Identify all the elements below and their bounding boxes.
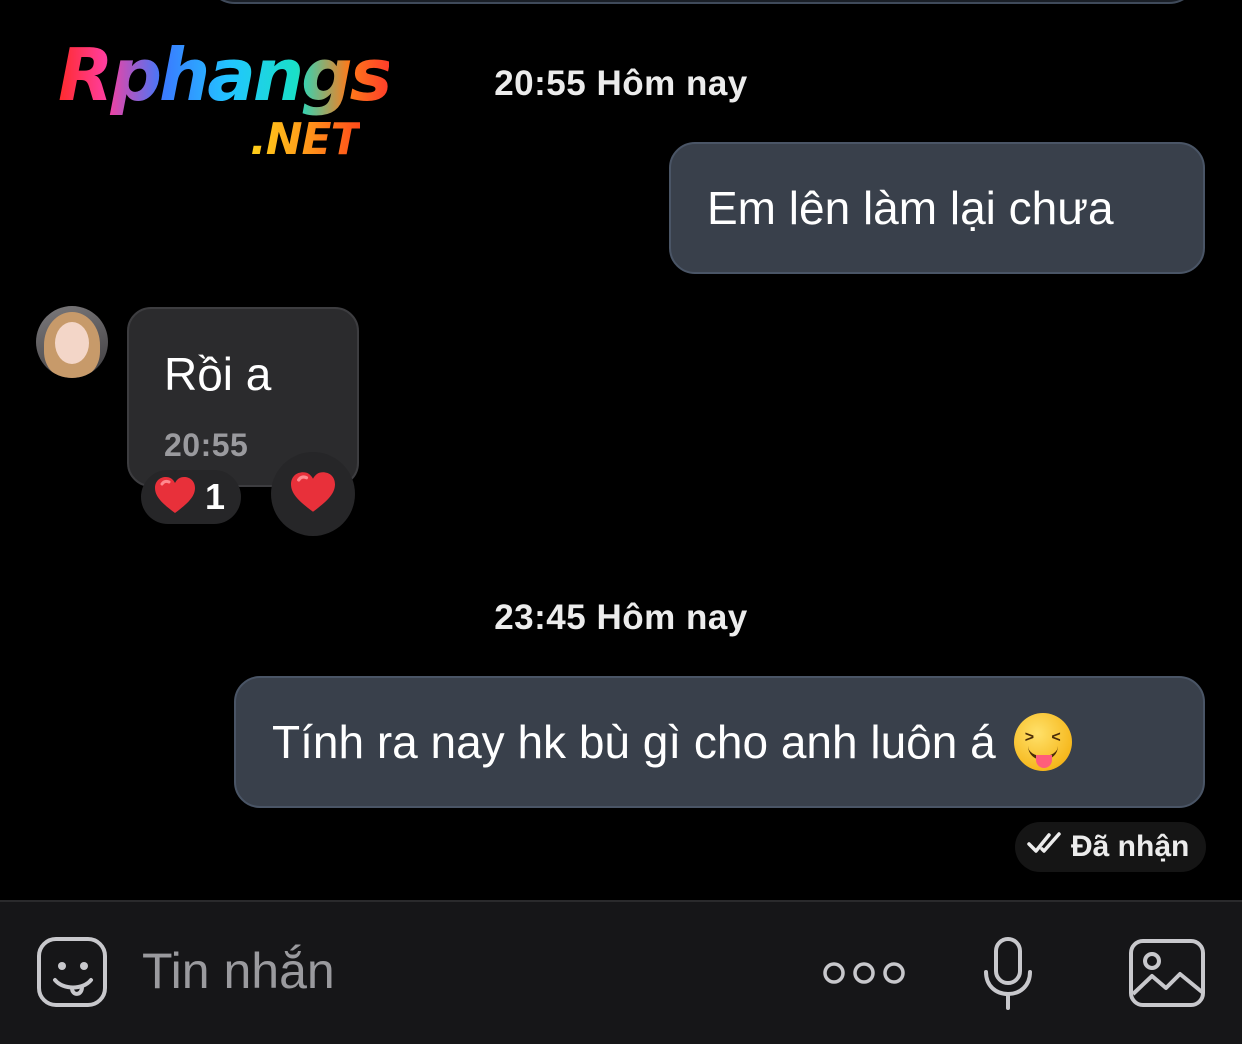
message-input[interactable]: Tin nhắn: [142, 942, 335, 1000]
previous-message-bubble-edge[interactable]: [205, 0, 1199, 4]
message-time: 20:55: [164, 427, 249, 463]
chat-screen: Rphangs .NET 20:55 Hôm nay Em lên làm lạ…: [0, 0, 1242, 1044]
delivery-status-label: Đã nhận: [1071, 830, 1190, 863]
double-check-icon: [1027, 830, 1065, 864]
heart-icon: [288, 470, 338, 519]
react-heart-button[interactable]: [271, 452, 355, 536]
timestamp-divider: 20:55 Hôm nay: [494, 64, 748, 103]
reaction-count: 1: [205, 476, 226, 517]
timestamp-divider: 23:45 Hôm nay: [494, 598, 748, 637]
message-composer: Tin nhắn: [0, 900, 1242, 1044]
heart-icon: [153, 475, 197, 520]
message-text: Em lên làm lại chưa: [707, 182, 1114, 234]
emoji-sticker-icon[interactable]: [36, 936, 110, 1015]
message-text: Rồi a: [164, 348, 272, 400]
watermark-tld: .NET: [250, 114, 361, 165]
microphone-icon[interactable]: [982, 936, 1034, 1017]
message-text: Tính ra nay hk bù gì cho anh luôn á: [272, 716, 996, 768]
image-icon[interactable]: [1128, 938, 1206, 1013]
outgoing-message-bubble[interactable]: Tính ra nay hk bù gì cho anh luôn á > <: [234, 676, 1205, 808]
contact-avatar[interactable]: [36, 306, 108, 378]
more-dots-icon[interactable]: [822, 958, 906, 993]
squinting-tongue-emoji: > <: [1013, 713, 1072, 771]
outgoing-message-bubble[interactable]: Em lên làm lại chưa: [669, 142, 1205, 274]
reaction-summary[interactable]: 1: [141, 470, 241, 524]
delivery-status-badge: Đã nhận: [1015, 822, 1206, 872]
